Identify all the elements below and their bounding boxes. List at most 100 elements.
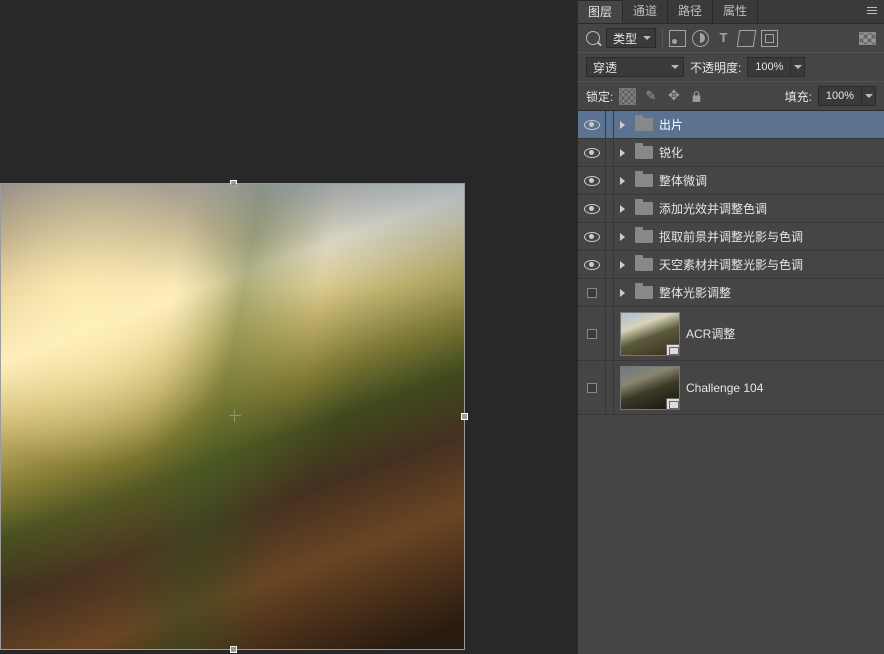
layer-row[interactable]: 整体光影调整 — [578, 279, 884, 307]
tab-properties[interactable]: 属性 — [713, 0, 758, 23]
layer-row[interactable]: ACR调整 — [578, 307, 884, 361]
layer-content: 锐化 — [614, 139, 884, 166]
layer-content: 抠取前景并调整光影与色调 — [614, 223, 884, 250]
link-column — [606, 361, 614, 414]
layer-name[interactable]: Challenge 104 — [686, 381, 763, 395]
layer-thumbnail[interactable] — [620, 366, 680, 410]
panel-tab-bar: 图层 通道 路径 属性 — [578, 0, 884, 24]
expand-triangle-icon[interactable] — [620, 177, 629, 185]
layer-name[interactable]: ACR调整 — [686, 325, 735, 342]
tab-layers[interactable]: 图层 — [578, 0, 623, 23]
filter-smartobj-icon[interactable] — [761, 30, 778, 47]
expand-triangle-icon[interactable] — [620, 289, 629, 297]
folder-icon — [635, 118, 653, 131]
folder-icon — [635, 146, 653, 159]
visibility-toggle[interactable] — [578, 361, 606, 414]
canvas-workspace — [0, 0, 577, 654]
visibility-toggle[interactable] — [578, 223, 606, 250]
filter-toggle-icon[interactable] — [859, 32, 876, 45]
blend-opacity-row: 穿透 不透明度: — [578, 53, 884, 81]
link-column — [606, 307, 614, 360]
tab-channels[interactable]: 通道 — [623, 0, 668, 23]
opacity-stepper-icon[interactable] — [791, 57, 805, 77]
transform-handle-bottom[interactable] — [230, 646, 237, 653]
eye-icon — [584, 260, 600, 270]
folder-icon — [635, 258, 653, 271]
smart-object-badge-icon — [666, 344, 680, 356]
expand-triangle-icon[interactable] — [620, 205, 629, 213]
filter-type-dropdown[interactable]: 类型 — [606, 28, 656, 48]
layer-name[interactable]: 出片 — [659, 116, 683, 133]
folder-icon — [635, 286, 653, 299]
layer-name[interactable]: 天空素材并调整光影与色调 — [659, 256, 803, 273]
transform-center-icon — [229, 410, 241, 422]
visibility-toggle[interactable] — [578, 111, 606, 138]
folder-icon — [635, 230, 653, 243]
link-column — [606, 223, 614, 250]
fill-stepper-icon[interactable] — [862, 86, 876, 106]
lock-all-icon[interactable] — [688, 88, 705, 105]
layer-content: 出片 — [614, 111, 884, 138]
search-icon[interactable] — [586, 31, 600, 45]
eye-icon — [584, 120, 600, 130]
layer-row[interactable]: 整体微调 — [578, 167, 884, 195]
transform-handle-right[interactable] — [461, 413, 468, 420]
lock-pixels-icon[interactable] — [642, 88, 659, 105]
visibility-empty-icon — [587, 288, 597, 298]
expand-triangle-icon[interactable] — [620, 121, 629, 129]
folder-icon — [635, 202, 653, 215]
layer-list: 出片锐化整体微调添加光效并调整色调抠取前景并调整光影与色调天空素材并调整光影与色… — [578, 110, 884, 654]
filter-shape-icon[interactable] — [737, 30, 756, 47]
visibility-empty-icon — [587, 383, 597, 393]
layer-content: 天空素材并调整光影与色调 — [614, 251, 884, 278]
link-column — [606, 139, 614, 166]
layer-name[interactable]: 整体光影调整 — [659, 284, 731, 301]
visibility-toggle[interactable] — [578, 195, 606, 222]
lock-label: 锁定: — [586, 88, 613, 105]
visibility-empty-icon — [587, 329, 597, 339]
eye-icon — [584, 204, 600, 214]
visibility-toggle[interactable] — [578, 307, 606, 360]
layer-row[interactable]: Challenge 104 — [578, 361, 884, 415]
panel-menu-icon[interactable] — [864, 4, 880, 18]
expand-triangle-icon[interactable] — [620, 149, 629, 157]
blend-mode-dropdown[interactable]: 穿透 — [586, 57, 684, 77]
layer-row[interactable]: 抠取前景并调整光影与色调 — [578, 223, 884, 251]
fill-input[interactable] — [818, 86, 862, 106]
filter-adjustment-icon[interactable] — [692, 30, 709, 47]
layer-filter-row: 类型 — [578, 24, 884, 52]
eye-icon — [584, 232, 600, 242]
layer-content: ACR调整 — [614, 307, 884, 360]
separator-icon — [662, 28, 663, 48]
link-column — [606, 195, 614, 222]
layer-name[interactable]: 添加光效并调整色调 — [659, 200, 767, 217]
layer-row[interactable]: 锐化 — [578, 139, 884, 167]
layer-row[interactable]: 添加光效并调整色调 — [578, 195, 884, 223]
visibility-toggle[interactable] — [578, 251, 606, 278]
expand-triangle-icon[interactable] — [620, 233, 629, 241]
visibility-toggle[interactable] — [578, 279, 606, 306]
filter-pixel-icon[interactable] — [669, 30, 686, 47]
lock-transparency-icon[interactable] — [619, 88, 636, 105]
link-column — [606, 111, 614, 138]
layer-name[interactable]: 抠取前景并调整光影与色调 — [659, 228, 803, 245]
transform-handle-top[interactable] — [230, 180, 237, 187]
layers-panel: 图层 通道 路径 属性 类型 穿透 不透明度: 锁定: — [577, 0, 884, 654]
layer-name[interactable]: 整体微调 — [659, 172, 707, 189]
canvas-image[interactable] — [0, 183, 465, 650]
layer-name[interactable]: 锐化 — [659, 144, 683, 161]
layer-content: 整体光影调整 — [614, 279, 884, 306]
lock-position-icon[interactable] — [665, 88, 682, 105]
layer-content: 添加光效并调整色调 — [614, 195, 884, 222]
tab-paths[interactable]: 路径 — [668, 0, 713, 23]
visibility-toggle[interactable] — [578, 139, 606, 166]
filter-text-icon[interactable] — [715, 30, 732, 47]
visibility-toggle[interactable] — [578, 167, 606, 194]
folder-icon — [635, 174, 653, 187]
opacity-input[interactable] — [747, 57, 791, 77]
layer-row[interactable]: 天空素材并调整光影与色调 — [578, 251, 884, 279]
layer-row[interactable]: 出片 — [578, 111, 884, 139]
layer-thumbnail[interactable] — [620, 312, 680, 356]
expand-triangle-icon[interactable] — [620, 261, 629, 269]
filter-type-label: 类型 — [613, 30, 637, 47]
